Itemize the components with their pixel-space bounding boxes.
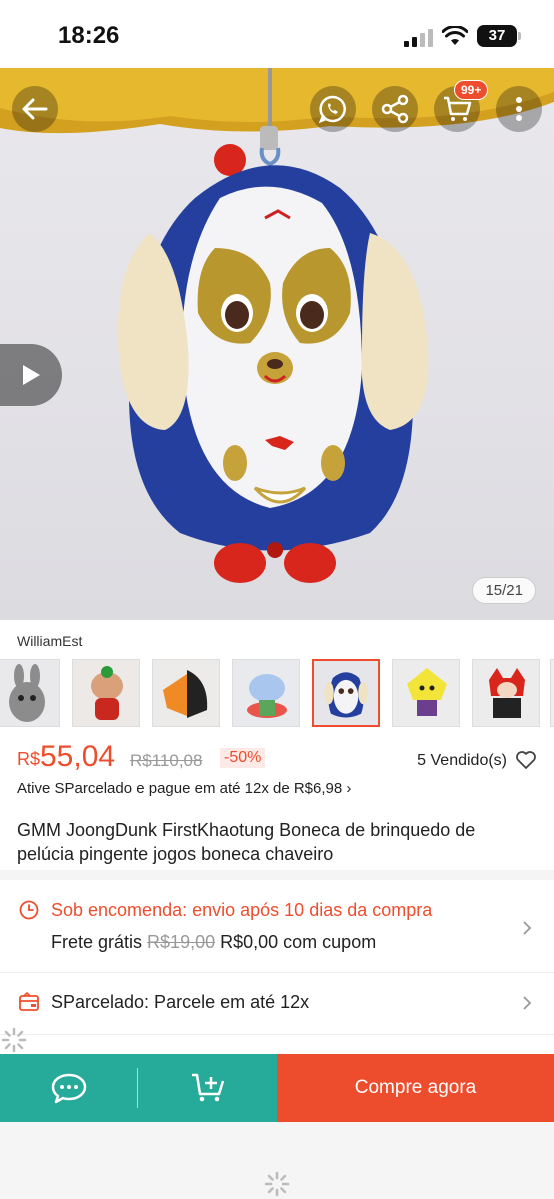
shipping-detail: Frete grátis R$19,00 R$0,00 com cupom: [51, 932, 376, 953]
thumbnail-item-selected[interactable]: [312, 659, 380, 727]
play-icon: [23, 365, 40, 385]
cart-button[interactable]: 99+: [434, 80, 489, 132]
shipping-old-price: R$19,00: [147, 932, 216, 952]
back-button[interactable]: [12, 86, 58, 132]
clock-icon: [19, 900, 39, 920]
spinner-icon: [264, 1171, 290, 1197]
seller-name[interactable]: WilliamEst: [17, 633, 82, 649]
share-icon: [381, 94, 409, 124]
sparcelado-row[interactable]: SParcelado: Parcele em até 12x: [0, 972, 554, 1034]
price-row: R$ 55,04 R$110,08 -50% 5 Vendido(s): [17, 740, 537, 778]
wifi-icon: [442, 26, 468, 45]
product-main-image: [118, 68, 429, 583]
original-price: R$110,08: [130, 751, 203, 770]
thumbnail-item[interactable]: [72, 659, 140, 727]
row-divider: [0, 1034, 554, 1035]
bottom-action-bar: Compre agora: [0, 1054, 554, 1122]
spinner-icon: [1, 1027, 27, 1053]
share-button[interactable]: [372, 86, 418, 132]
thumbnail-item[interactable]: [550, 659, 554, 727]
chat-button[interactable]: [0, 1054, 138, 1122]
chevron-right-icon: [523, 996, 532, 1010]
shipping-new-price: R$0,00 com cupom: [220, 932, 377, 952]
signal-icon: [404, 29, 433, 47]
more-icon: [516, 97, 522, 121]
price-currency: R$: [17, 749, 41, 769]
thumbnail-item[interactable]: [232, 659, 300, 727]
thumbnail-item[interactable]: [472, 659, 540, 727]
free-shipping-label: Frete grátis: [51, 932, 143, 952]
status-time: 18:26: [58, 22, 120, 49]
battery-indicator: 37: [477, 25, 521, 47]
discount-badge: -50%: [220, 748, 266, 768]
play-video-button[interactable]: [0, 344, 62, 406]
whatsapp-share-button[interactable]: [310, 86, 356, 132]
buy-now-button[interactable]: Compre agora: [277, 1054, 554, 1122]
thumbnail-strip[interactable]: [0, 659, 554, 729]
product-image-gallery[interactable]: 99+ 15/21: [0, 68, 554, 620]
chat-icon: [51, 1073, 87, 1104]
product-title: GMM JoongDunk FirstKhaotung Boneca de br…: [17, 820, 476, 864]
thumbnail-item[interactable]: [152, 659, 220, 727]
whatsapp-icon: [318, 95, 346, 124]
sparcelado-text: SParcelado: Parcele em até 12x: [51, 992, 310, 1012]
chevron-right-icon: [523, 921, 532, 935]
thumbnail-item[interactable]: [392, 659, 460, 727]
sold-count: 5 Vendido(s): [417, 752, 507, 769]
section-divider: [0, 870, 554, 880]
more-options-button[interactable]: [496, 86, 542, 132]
heart-icon[interactable]: [515, 750, 537, 770]
image-page-indicator: 15/21: [472, 577, 536, 604]
add-to-cart-icon: [191, 1073, 224, 1102]
thumbnail-item[interactable]: [0, 659, 60, 727]
status-bar: 18:26 37: [0, 0, 554, 68]
add-to-cart-button[interactable]: [138, 1054, 277, 1122]
shipping-title: Sob encomenda: envio após 10 dias da com…: [51, 900, 433, 920]
current-price: 55,04: [40, 740, 116, 773]
installment-link[interactable]: Ative SParcelado e pague em até 12x de R…: [17, 780, 351, 797]
back-icon: [22, 98, 48, 120]
cart-count-badge: 99+: [454, 80, 489, 100]
card-icon: [19, 992, 39, 1011]
shipping-row[interactable]: Sob encomenda: envio após 10 dias da com…: [0, 890, 554, 972]
